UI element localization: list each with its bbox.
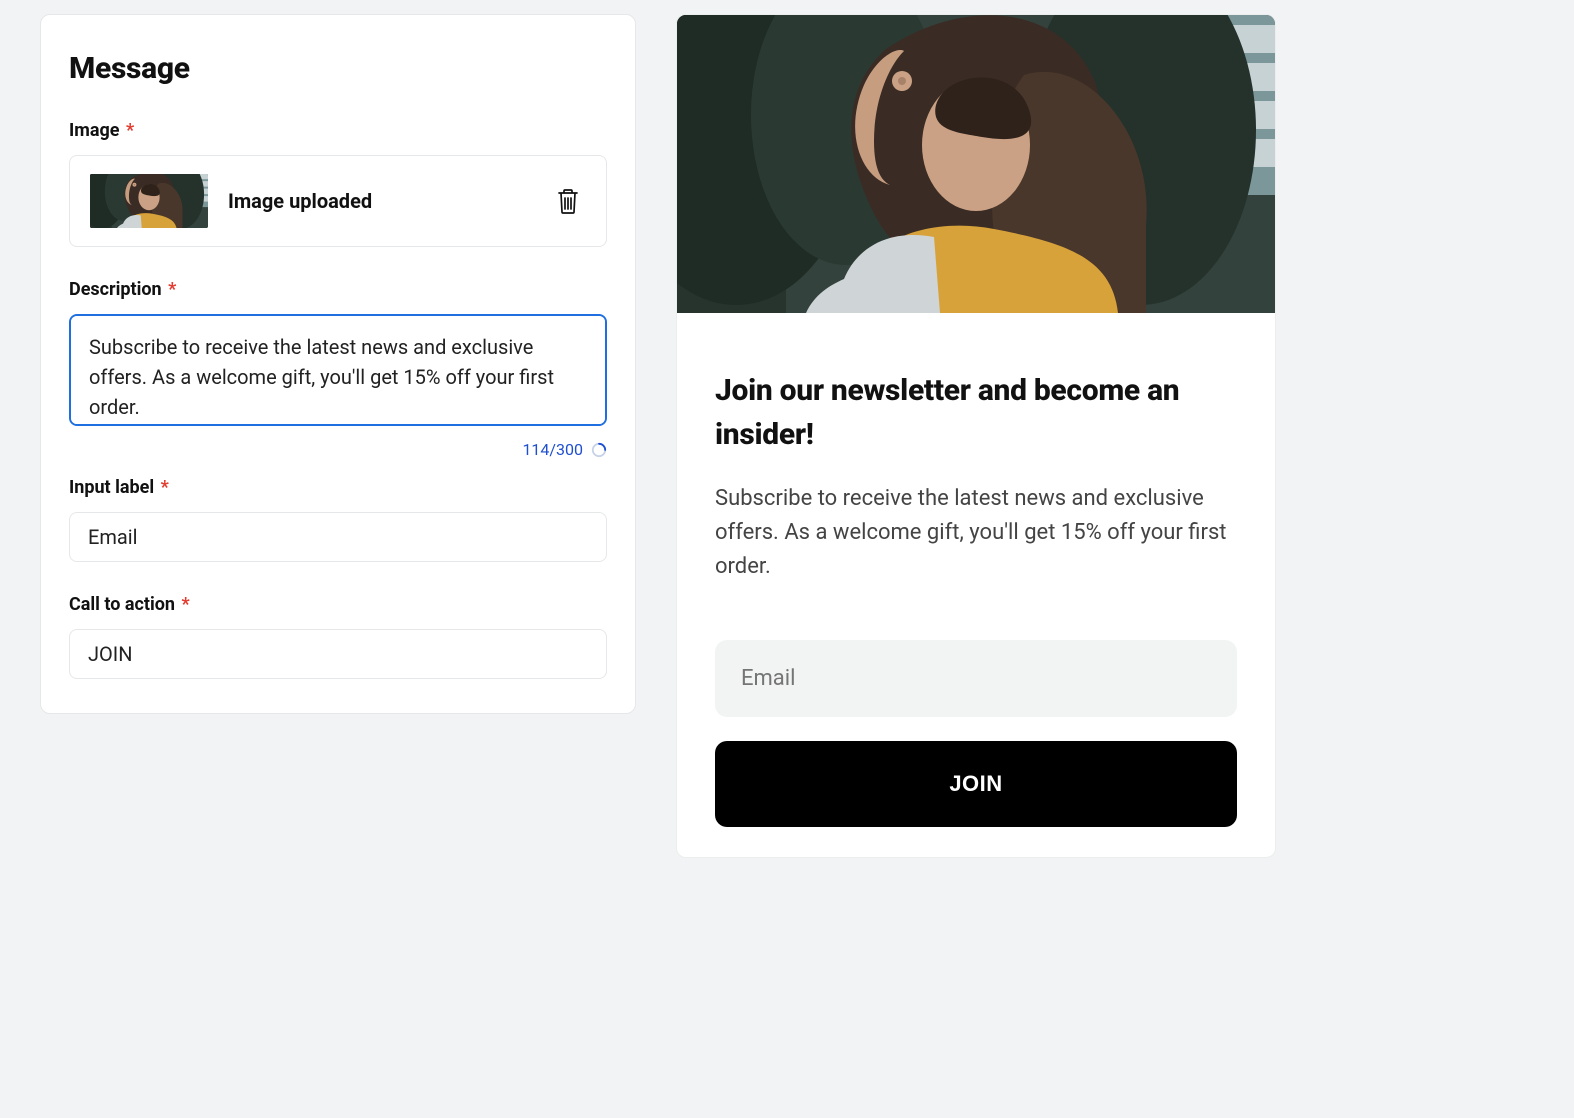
image-upload-box: Image uploaded [69,155,607,247]
cta-input[interactable] [69,629,607,679]
cta-field: Call to action * [69,594,607,679]
char-counter: 114/300 [69,440,607,459]
image-label: Image * [69,120,607,141]
preview-title: Join our newsletter and become an inside… [715,369,1237,456]
description-label: Description * [69,279,607,300]
required-mark: * [161,477,169,498]
layout: Message Image * Image uploaded [40,14,1534,858]
required-mark: * [168,279,176,300]
progress-ring-icon [591,442,607,458]
section-title: Message [69,51,607,86]
description-field: Description * 114/300 [69,279,607,459]
description-input[interactable] [69,314,607,426]
preview-body: Join our newsletter and become an inside… [677,313,1275,857]
cta-label: Call to action * [69,594,607,615]
preview-join-button[interactable]: JOIN [715,741,1237,827]
preview-description: Subscribe to receive the latest news and… [715,482,1237,584]
required-mark: * [126,120,134,141]
input-label-field: Input label * [69,477,607,562]
preview-email-input[interactable] [715,640,1237,717]
input-label-label: Input label * [69,477,607,498]
delete-image-button[interactable] [550,181,586,221]
preview-hero-image [677,15,1275,313]
trash-icon [556,187,580,215]
char-counter-text: 114/300 [522,440,583,459]
editor-panel: Message Image * Image uploaded [40,14,636,714]
image-upload-status: Image uploaded [228,189,530,213]
required-mark: * [182,594,190,615]
image-thumbnail[interactable] [90,174,208,228]
preview-panel: Join our newsletter and become an inside… [676,14,1276,858]
input-label-input[interactable] [69,512,607,562]
image-field: Image * Image uploaded [69,120,607,247]
